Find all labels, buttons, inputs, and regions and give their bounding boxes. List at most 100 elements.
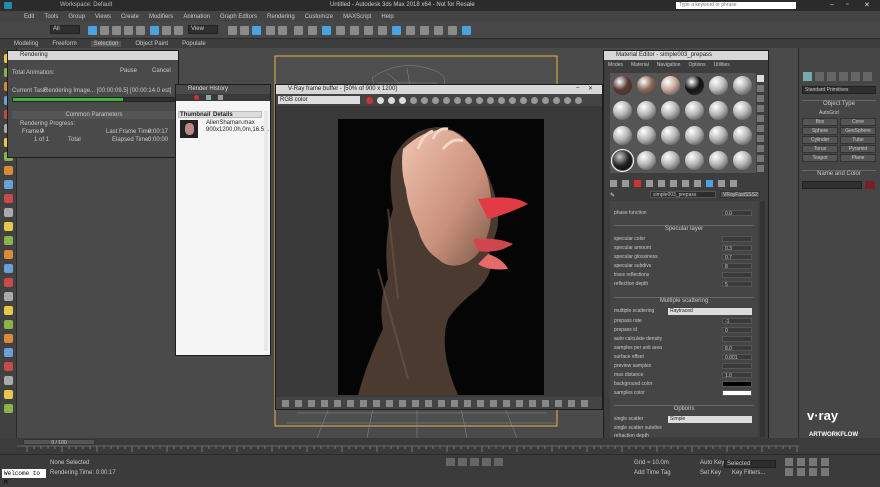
param-spinner[interactable]: 8.0	[722, 345, 752, 352]
options-header[interactable]: Options	[614, 405, 754, 412]
vfb-bottom-tool-icon[interactable]	[555, 400, 562, 407]
vfb-bottom-tool-icon[interactable]	[581, 400, 588, 407]
menu-item-rendering[interactable]: Rendering	[267, 14, 295, 20]
menu-item-customize[interactable]: Customize	[305, 14, 333, 20]
vfb-bottom-tool-icon[interactable]	[464, 400, 471, 407]
go-start-icon[interactable]	[446, 458, 455, 466]
param-spinner[interactable]: 1.0	[722, 372, 752, 379]
scene-tool-icon[interactable]	[4, 320, 13, 329]
prev-frame-icon[interactable]	[458, 458, 467, 466]
vfb-tool-icon[interactable]	[542, 97, 549, 104]
scene-tool-icon[interactable]	[4, 166, 13, 175]
vfb-tool-icon[interactable]	[454, 97, 461, 104]
viewport-nav-icon[interactable]	[785, 468, 793, 476]
material-tool-icon[interactable]	[634, 180, 641, 187]
vfb-bottom-tool-icon[interactable]	[386, 400, 393, 407]
go-end-icon[interactable]	[494, 458, 503, 466]
material-tool-icon[interactable]	[718, 180, 725, 187]
vfb-bottom-tool-icon[interactable]	[425, 400, 432, 407]
vfb-bottom-tool-icon[interactable]	[334, 400, 341, 407]
material-side-tool-icon[interactable]	[757, 105, 764, 112]
material-slot[interactable]	[708, 150, 729, 171]
specular-layer-header[interactable]: Specular layer	[614, 225, 754, 232]
material-slot[interactable]	[684, 125, 705, 146]
material-menu-modes[interactable]: Modes	[608, 62, 623, 68]
material-slot[interactable]	[612, 75, 633, 96]
scene-tool-icon[interactable]	[4, 208, 13, 217]
folder-icon[interactable]	[206, 95, 211, 100]
eyedropper-icon[interactable]: ✎	[610, 192, 618, 199]
material-slot[interactable]	[708, 100, 729, 121]
vfb-tool-icon[interactable]	[476, 97, 483, 104]
scene-tool-icon[interactable]	[4, 390, 13, 399]
material-slot[interactable]	[660, 125, 681, 146]
vfb-tool-icon[interactable]	[575, 97, 582, 104]
menu-item-edit[interactable]: Edit	[24, 14, 34, 20]
toolbar-tool-icon[interactable]	[406, 26, 415, 35]
scene-tool-icon[interactable]	[4, 306, 13, 315]
material-menu-material[interactable]: Material	[631, 62, 649, 68]
param-spinner[interactable]: 8	[722, 263, 752, 270]
vfb-bottom-tool-icon[interactable]	[516, 400, 523, 407]
material-name-field[interactable]: simple003_prepass	[650, 191, 716, 198]
multiple-scattering-header[interactable]: Multiple scattering	[614, 297, 754, 304]
panel-display-icon[interactable]	[851, 72, 860, 81]
autogrid-checkbox[interactable]: AutoGrid	[819, 110, 839, 116]
vfb-bottom-tool-icon[interactable]	[542, 400, 549, 407]
vfb-bottom-tool-icon[interactable]	[477, 400, 484, 407]
material-side-tool-icon[interactable]	[757, 125, 764, 132]
scene-tool-icon[interactable]	[4, 180, 13, 189]
vfb-tool-icon[interactable]	[421, 97, 428, 104]
channel-dropdown[interactable]: RGB color	[278, 96, 360, 104]
param-spinner[interactable]	[722, 336, 752, 342]
menu-item-maxscript[interactable]: MAXScript	[343, 14, 371, 20]
scene-tool-icon[interactable]	[4, 334, 13, 343]
single-scatter-dropdown[interactable]: Simple	[668, 416, 752, 423]
ribbon-tab-object-paint[interactable]: Object Paint	[135, 41, 168, 47]
toolbar-tool-icon[interactable]	[228, 26, 237, 35]
param-spinner[interactable]: 0.7	[722, 254, 752, 261]
toolbar-tool-icon[interactable]	[252, 26, 261, 35]
toolbar-tool-icon[interactable]	[112, 26, 121, 35]
vfb-tool-icon[interactable]	[564, 97, 571, 104]
next-frame-icon[interactable]	[482, 458, 491, 466]
material-slot[interactable]	[684, 100, 705, 121]
scene-tool-icon[interactable]	[4, 348, 13, 357]
vfb-bottom-tool-icon[interactable]	[412, 400, 419, 407]
menu-item-tools[interactable]: Tools	[44, 14, 58, 20]
key-selection-dropdown[interactable]: Selected	[724, 460, 776, 468]
panel-motion-icon[interactable]	[839, 72, 848, 81]
material-slot[interactable]	[636, 125, 657, 146]
panel-utilities-icon[interactable]	[863, 72, 872, 81]
vfb-bottom-tool-icon[interactable]	[490, 400, 497, 407]
param-spinner[interactable]: 0.3	[722, 245, 752, 252]
vfb-close-icon[interactable]: ✕	[588, 85, 593, 92]
scene-tool-icon[interactable]	[4, 404, 13, 413]
material-slot[interactable]	[732, 75, 753, 96]
toolbar-tool-icon[interactable]	[322, 26, 331, 35]
ribbon-tab-populate[interactable]: Populate	[182, 41, 206, 47]
panel-modify-icon[interactable]	[815, 72, 824, 81]
material-tool-icon[interactable]	[706, 180, 713, 187]
vfb-bottom-tool-icon[interactable]	[438, 400, 445, 407]
menu-item-create[interactable]: Create	[121, 14, 139, 20]
vfb-bottom-tool-icon[interactable]	[295, 400, 302, 407]
material-side-tool-icon[interactable]	[757, 155, 764, 162]
material-slot[interactable]	[684, 150, 705, 171]
toolbar-tool-icon[interactable]	[240, 26, 249, 35]
toolbar-tool-icon[interactable]	[462, 26, 471, 35]
param-spinner[interactable]	[722, 236, 752, 242]
material-tool-icon[interactable]	[730, 180, 737, 187]
param-spinner[interactable]	[722, 272, 752, 278]
toolbar-tool-icon[interactable]	[434, 26, 443, 35]
material-slot[interactable]	[636, 150, 657, 171]
material-slot[interactable]	[708, 125, 729, 146]
material-slot[interactable]	[636, 100, 657, 121]
scene-tool-icon[interactable]	[4, 292, 13, 301]
history-scrollbar[interactable]	[264, 111, 268, 351]
vfb-tool-icon[interactable]	[410, 97, 417, 104]
material-slot[interactable]	[684, 75, 705, 96]
vfb-bottom-tool-icon[interactable]	[529, 400, 536, 407]
timeline[interactable]: 0 / 100	[17, 438, 799, 454]
name-color-header[interactable]: Name and Color	[802, 170, 876, 178]
